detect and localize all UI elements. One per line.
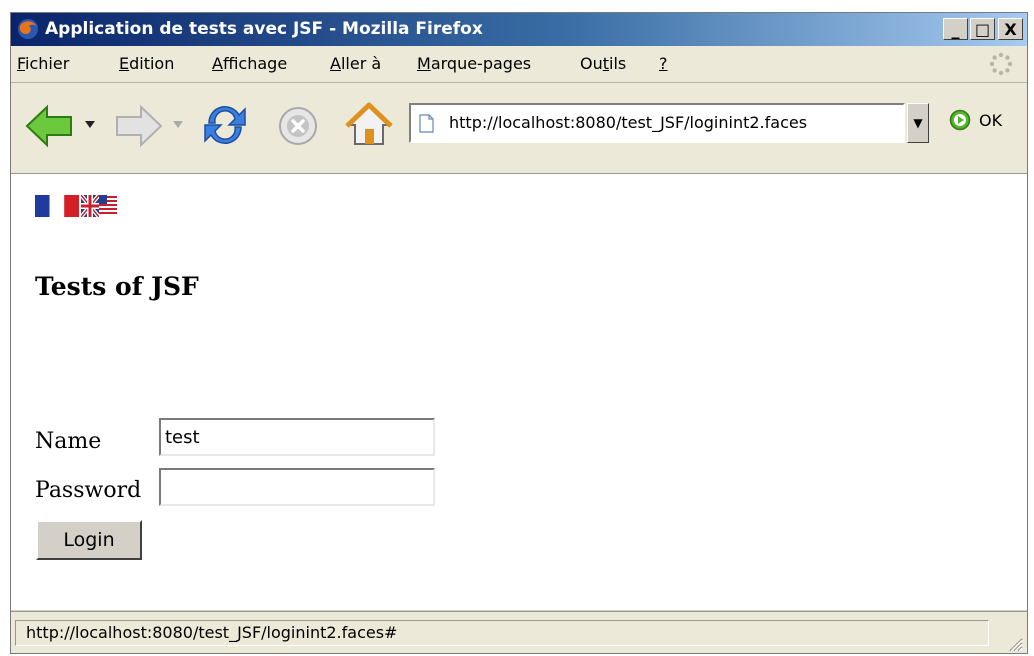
menu-affichage[interactable]: Affichage [212, 54, 287, 73]
forward-dropdown-icon[interactable] [173, 121, 183, 129]
password-label: Password [35, 478, 142, 503]
reload-icon[interactable] [201, 101, 249, 149]
title-bar[interactable]: Application de tests avec JSF - Mozilla … [11, 13, 1027, 46]
minimize-button[interactable]: _ [943, 18, 968, 40]
menu-edition[interactable]: Edition [119, 54, 174, 73]
password-input[interactable] [159, 468, 435, 506]
menu-outils[interactable]: Outils [580, 54, 626, 73]
login-button[interactable]: Login [36, 520, 142, 560]
chevron-down-icon: ▼ [913, 116, 923, 130]
menu-help[interactable]: ? [659, 54, 668, 73]
page-content: Tests of JSF Name Password Login [11, 174, 1027, 610]
name-input[interactable] [159, 418, 435, 456]
page-title: Tests of JSF [35, 272, 199, 301]
resize-grip-icon[interactable] [1005, 634, 1023, 652]
french-flag-icon[interactable] [35, 195, 79, 217]
minimize-icon: _ [951, 19, 960, 39]
browser-window: Application de tests avec JSF - Mozilla … [10, 12, 1028, 654]
uk-flag-icon[interactable] [81, 195, 117, 217]
firefox-icon [18, 19, 38, 39]
maximize-button[interactable]: □ [970, 18, 995, 40]
url-text[interactable]: http://localhost:8080/test_JSF/loginint2… [449, 113, 807, 132]
status-bar: http://localhost:8080/test_JSF/loginint2… [11, 611, 1027, 653]
menu-aller-a[interactable]: Aller à [330, 54, 381, 73]
close-icon: X [1004, 19, 1017, 39]
navigation-toolbar: http://localhost:8080/test_JSF/loginint2… [11, 83, 1027, 174]
name-label: Name [35, 429, 102, 454]
back-dropdown-icon[interactable] [85, 121, 95, 129]
maximize-icon: □ [974, 19, 991, 39]
throbber-icon [989, 52, 1013, 76]
language-flags [35, 195, 117, 217]
go-icon [949, 109, 971, 131]
url-bar[interactable]: http://localhost:8080/test_JSF/loginint2… [409, 103, 905, 143]
window-title: Application de tests avec JSF - Mozilla … [45, 19, 483, 39]
go-label: OK [979, 110, 1003, 130]
go-button[interactable]: OK [949, 109, 1002, 131]
status-text: http://localhost:8080/test_JSF/loginint2… [15, 620, 989, 646]
back-icon[interactable] [25, 104, 75, 148]
close-button[interactable]: X [998, 18, 1023, 40]
menu-fichier[interactable]: Fichier [17, 54, 69, 73]
stop-icon[interactable] [277, 105, 319, 147]
url-dropdown-button[interactable]: ▼ [907, 103, 929, 143]
home-icon[interactable] [345, 101, 393, 149]
menu-marque-pages[interactable]: Marque-pages [417, 54, 531, 73]
page-icon [419, 114, 434, 133]
forward-icon[interactable] [113, 104, 163, 148]
menu-bar: Fichier Edition Affichage Aller à Marque… [11, 46, 1027, 83]
